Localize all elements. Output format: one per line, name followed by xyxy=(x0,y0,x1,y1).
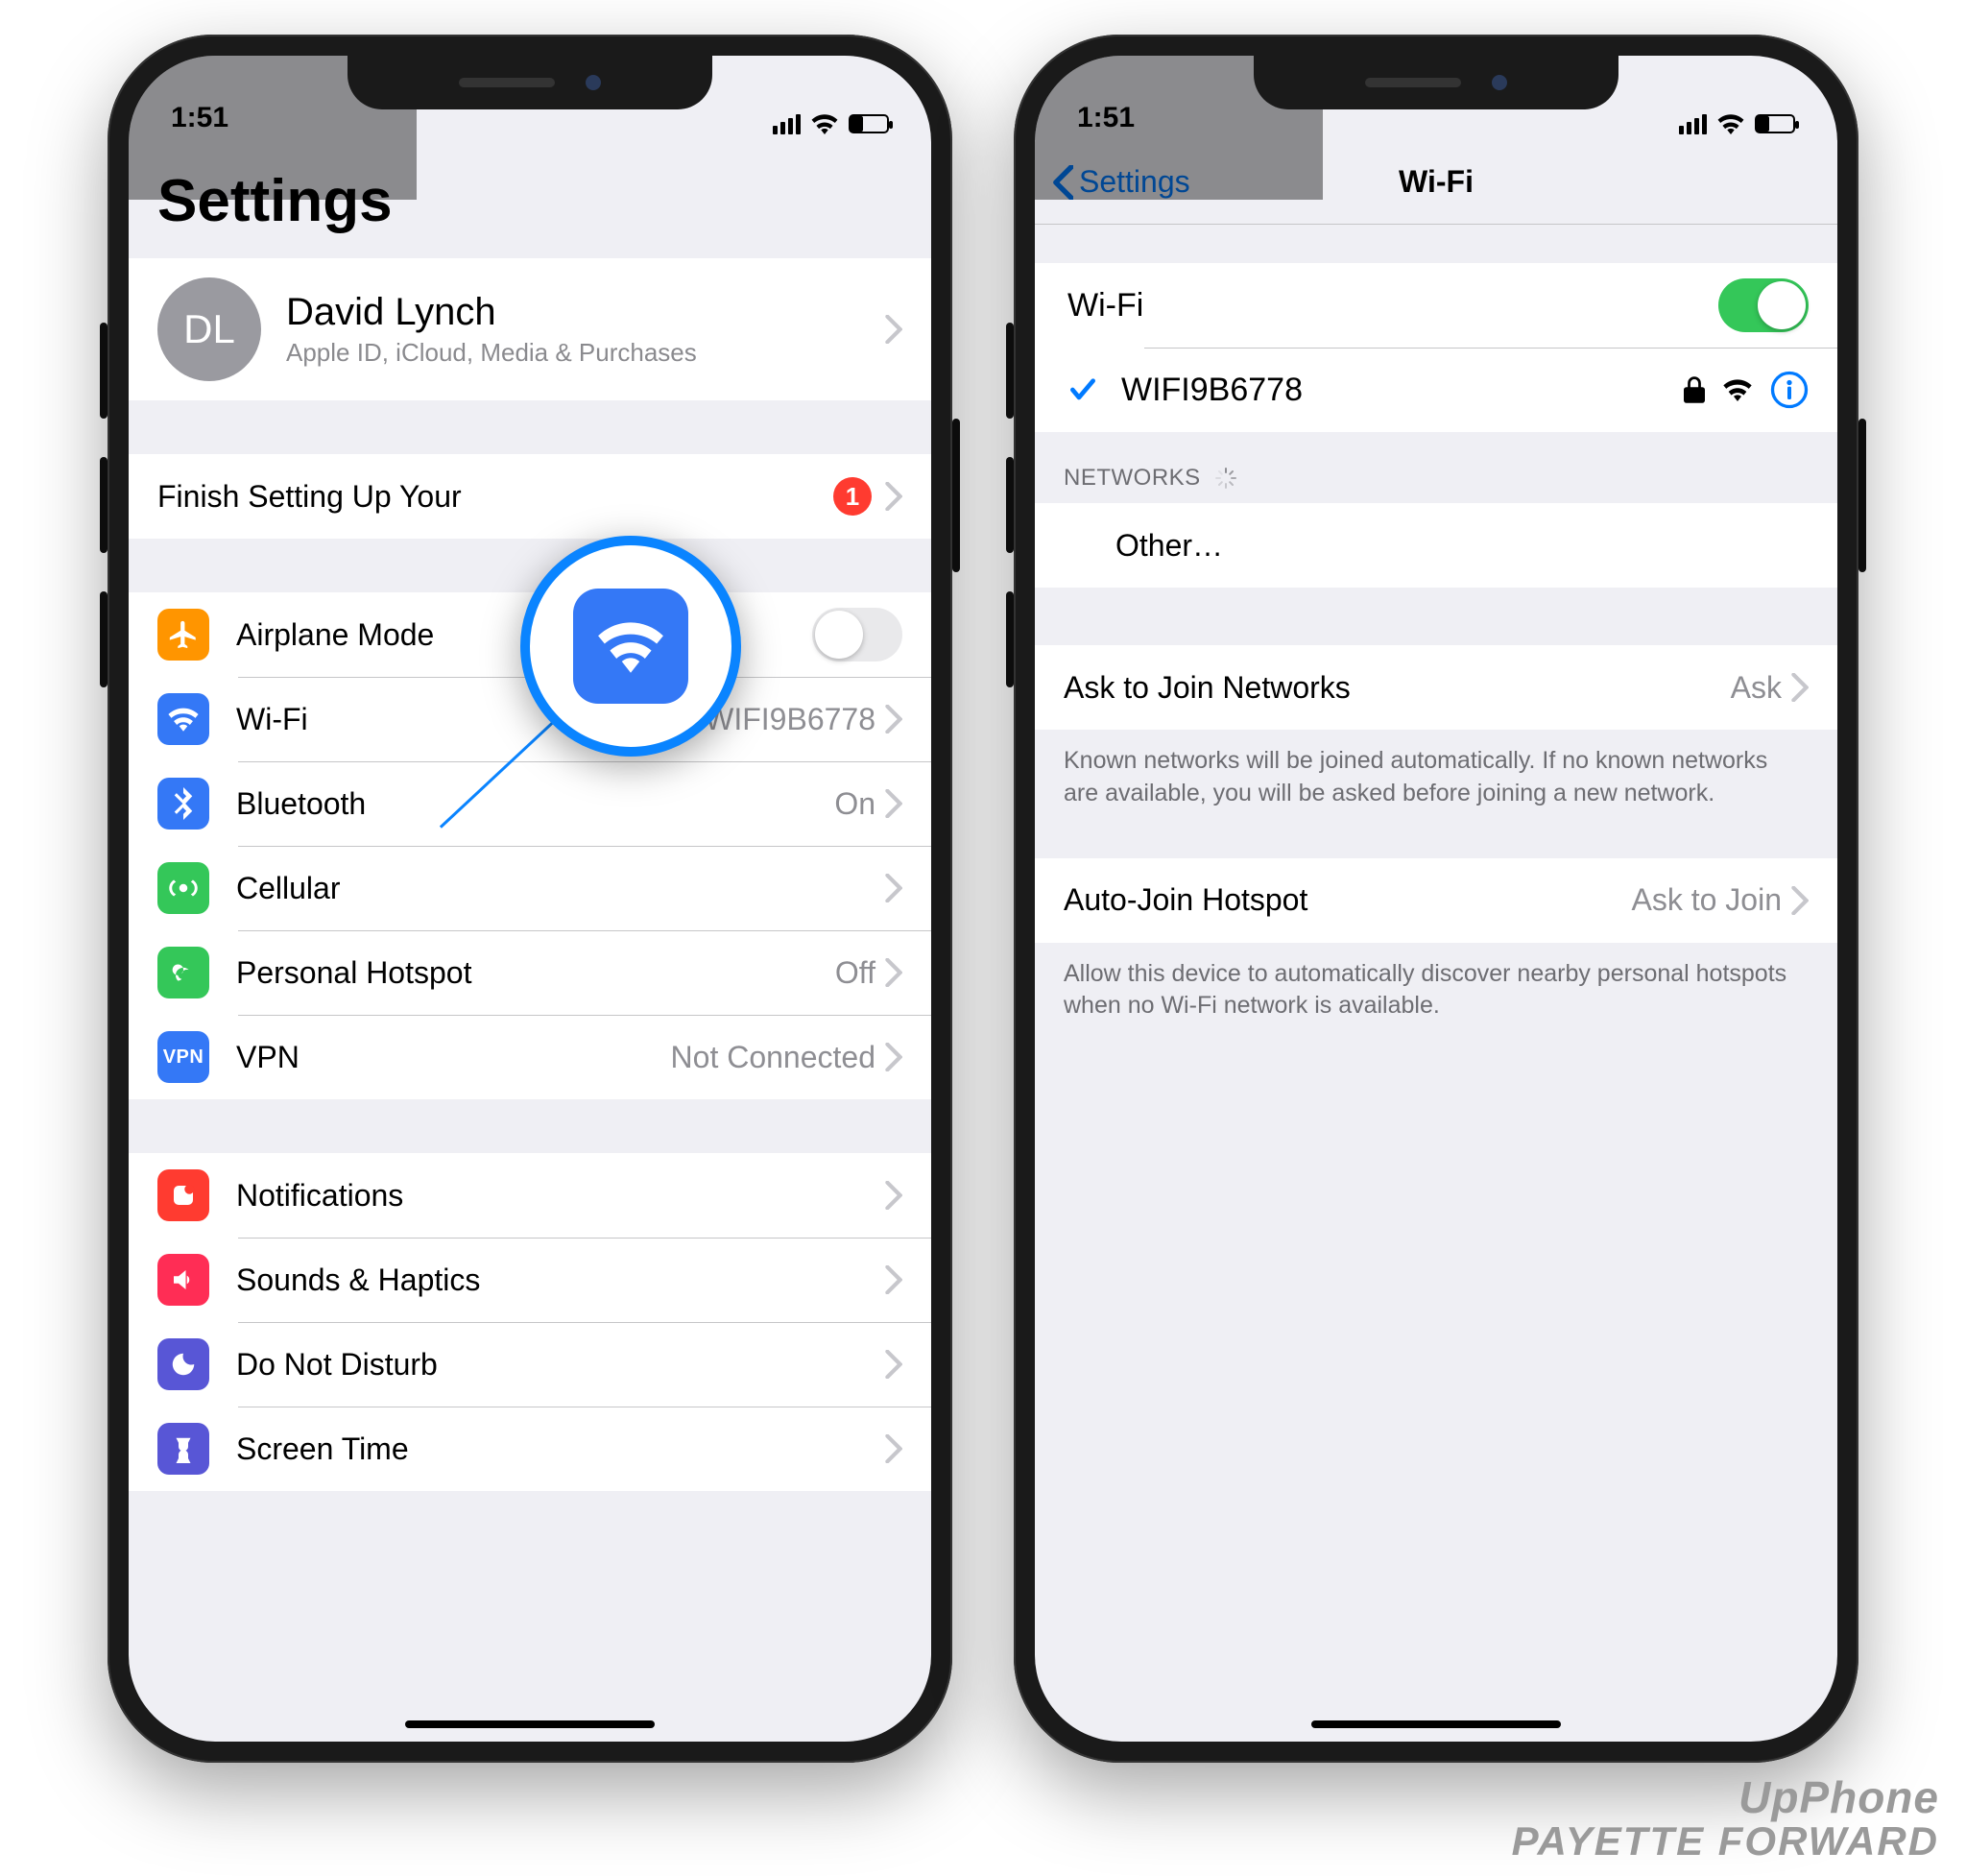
bluetooth-value: On xyxy=(834,786,875,822)
hotspot-label: Personal Hotspot xyxy=(236,955,835,991)
vpn-icon: VPN xyxy=(157,1031,209,1083)
chevron-right-icon xyxy=(885,1043,902,1071)
hotspot-row[interactable]: Personal Hotspot Off xyxy=(129,930,931,1015)
chevron-right-icon xyxy=(885,874,902,902)
back-button[interactable]: Settings xyxy=(1052,140,1190,224)
spinner-icon xyxy=(1214,467,1237,490)
notifications-row[interactable]: Notifications xyxy=(129,1153,931,1238)
notch xyxy=(348,56,712,109)
chevron-right-icon xyxy=(885,1434,902,1463)
finish-setup-row[interactable]: Finish Setting Up Your 1 xyxy=(129,454,931,539)
battery-icon xyxy=(849,114,889,133)
wifi-icon xyxy=(157,693,209,745)
home-indicator[interactable] xyxy=(1311,1720,1561,1728)
ask-join-footer: Known networks will be joined automatica… xyxy=(1035,730,1837,830)
finish-setup-label: Finish Setting Up Your xyxy=(157,479,833,515)
bluetooth-icon xyxy=(157,778,209,830)
appleid-row[interactable]: DL David Lynch Apple ID, iCloud, Media &… xyxy=(129,258,931,400)
auto-hotspot-row[interactable]: Auto-Join Hotspot Ask to Join xyxy=(1035,858,1837,943)
battery-icon xyxy=(1755,114,1795,133)
vpn-row[interactable]: VPN VPN Not Connected xyxy=(129,1015,931,1099)
wifi-status-icon xyxy=(810,113,839,134)
cellular-row[interactable]: Cellular xyxy=(129,846,931,930)
chevron-right-icon xyxy=(885,958,902,987)
info-icon[interactable] xyxy=(1770,371,1809,409)
auto-hotspot-footer: Allow this device to automatically disco… xyxy=(1035,943,1837,1043)
chevron-right-icon xyxy=(885,1350,902,1379)
dnd-row[interactable]: Do Not Disturb xyxy=(129,1322,931,1407)
vpn-label: VPN xyxy=(236,1040,671,1075)
wifi-icon-callout xyxy=(520,536,741,757)
screentime-row[interactable]: Screen Time xyxy=(129,1407,931,1491)
airplane-toggle[interactable] xyxy=(812,608,902,661)
dnd-label: Do Not Disturb xyxy=(236,1347,885,1383)
wifi-status-icon xyxy=(1716,113,1745,134)
sounds-label: Sounds & Haptics xyxy=(236,1263,885,1298)
chevron-right-icon xyxy=(885,482,902,511)
home-indicator[interactable] xyxy=(405,1720,655,1728)
page-title: Settings xyxy=(157,167,931,235)
hotspot-icon xyxy=(157,947,209,998)
back-label: Settings xyxy=(1079,164,1190,200)
notifications-label: Notifications xyxy=(236,1178,885,1214)
chevron-right-icon xyxy=(885,789,902,818)
cellular-signal-icon xyxy=(1679,114,1707,134)
ask-join-row[interactable]: Ask to Join Networks Ask xyxy=(1035,645,1837,730)
bluetooth-row[interactable]: Bluetooth On xyxy=(129,761,931,846)
dnd-icon xyxy=(157,1338,209,1390)
lock-icon xyxy=(1684,376,1705,403)
cellular-icon xyxy=(157,862,209,914)
chevron-right-icon xyxy=(1791,886,1809,915)
appleid-name: David Lynch xyxy=(286,291,885,334)
notifications-icon xyxy=(157,1169,209,1221)
badge: 1 xyxy=(833,477,872,516)
chevron-right-icon xyxy=(1791,673,1809,702)
connected-network-row[interactable]: WIFI9B6778 xyxy=(1035,348,1837,432)
hotspot-value: Off xyxy=(835,955,875,991)
airplane-icon xyxy=(157,609,209,661)
wifi-strength-icon xyxy=(1722,378,1753,401)
phone-left: 1:51 Settings DL David Lynch xyxy=(108,35,952,1763)
sounds-row[interactable]: Sounds & Haptics xyxy=(129,1238,931,1322)
nav-title: Wi-Fi xyxy=(1399,164,1474,200)
screentime-icon xyxy=(157,1423,209,1475)
connected-ssid: WIFI9B6778 xyxy=(1121,372,1684,409)
auto-hotspot-label: Auto-Join Hotspot xyxy=(1064,882,1631,918)
chevron-right-icon xyxy=(885,705,902,734)
avatar: DL xyxy=(157,277,261,381)
status-time: 1:51 xyxy=(171,102,228,134)
chevron-right-icon xyxy=(885,315,902,344)
cellular-label: Cellular xyxy=(236,871,885,906)
watermark: UpPhone PAYETTE FORWARD xyxy=(1512,1774,1939,1863)
appleid-sub: Apple ID, iCloud, Media & Purchases xyxy=(286,338,885,368)
wifi-value: WIFI9B6778 xyxy=(705,702,875,737)
checkmark-icon xyxy=(1067,374,1098,405)
networks-header: NETWORKS xyxy=(1035,432,1837,503)
screentime-label: Screen Time xyxy=(236,1431,885,1467)
bluetooth-label: Bluetooth xyxy=(236,786,834,822)
sounds-icon xyxy=(157,1254,209,1306)
chevron-right-icon xyxy=(885,1265,902,1294)
other-label: Other… xyxy=(1115,528,1809,564)
wifi-toggle-row: Wi-Fi xyxy=(1035,263,1837,348)
ask-join-value: Ask xyxy=(1731,670,1782,706)
vpn-value: Not Connected xyxy=(671,1040,875,1075)
chevron-right-icon xyxy=(885,1181,902,1210)
wifi-toggle[interactable] xyxy=(1718,278,1809,332)
auto-hotspot-value: Ask to Join xyxy=(1631,882,1782,918)
navbar: Settings Wi-Fi xyxy=(1035,140,1837,225)
ask-join-label: Ask to Join Networks xyxy=(1064,670,1731,706)
notch xyxy=(1254,56,1618,109)
status-time: 1:51 xyxy=(1077,102,1135,134)
cellular-signal-icon xyxy=(773,114,801,134)
wifi-toggle-label: Wi-Fi xyxy=(1067,287,1718,325)
other-network-row[interactable]: Other… xyxy=(1035,503,1837,588)
phone-right: 1:51 Settings Wi-Fi xyxy=(1014,35,1858,1763)
